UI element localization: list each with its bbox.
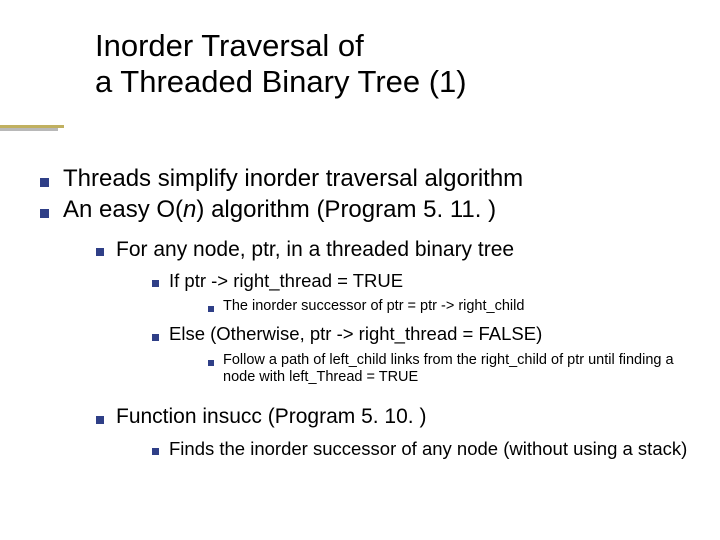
slide-body: Threads simplify inorder traversal algor… [40,165,702,460]
bullet-text: The inorder successor of ptr = ptr -> ri… [223,298,702,315]
bullet-text: If ptr -> right_thread = TRUE [169,270,702,292]
italic-n: n [183,196,196,223]
bullet-text: An easy O(n) algorithm (Program 5. 11. ) [63,196,702,225]
bullet-text: Else (Otherwise, ptr -> right_thread = F… [169,323,702,345]
bullet-level2: Function insucc (Program 5. 10. ) [96,404,702,429]
bullet-level1: Threads simplify inorder traversal algor… [40,165,702,194]
square-bullet-icon [152,334,159,341]
square-bullet-icon [40,209,49,218]
bullet-text: Follow a path of left_child links from t… [223,352,702,387]
title-line-2: a Threaded Binary Tree (1) [95,64,467,100]
slide-title: Inorder Traversal of a Threaded Binary T… [95,28,467,99]
square-bullet-icon [96,416,104,424]
bullet-text: Finds the inorder successor of any node … [169,438,702,460]
bullet-level3: Finds the inorder successor of any node … [152,438,702,460]
bullet-level3: Else (Otherwise, ptr -> right_thread = F… [152,323,702,345]
square-bullet-icon [152,448,159,455]
bullet-text: Function insucc (Program 5. 10. ) [116,404,702,429]
text-part: An easy O( [63,196,183,223]
text-part: ) algorithm (Program 5. 11. ) [196,196,496,223]
square-bullet-icon [208,360,214,366]
bullet-text: Threads simplify inorder traversal algor… [63,165,702,194]
square-bullet-icon [96,248,104,256]
title-accent-bar-shadow [0,128,58,131]
title-line-1: Inorder Traversal of [95,28,467,64]
square-bullet-icon [152,280,159,287]
bullet-level4: Follow a path of left_child links from t… [208,352,702,387]
square-bullet-icon [40,178,49,187]
square-bullet-icon [208,306,214,312]
bullet-level4: The inorder successor of ptr = ptr -> ri… [208,298,702,315]
bullet-level1: An easy O(n) algorithm (Program 5. 11. ) [40,196,702,225]
bullet-level2: For any node, ptr, in a threaded binary … [96,237,702,262]
bullet-text: For any node, ptr, in a threaded binary … [116,237,702,262]
bullet-level3: If ptr -> right_thread = TRUE [152,270,702,292]
